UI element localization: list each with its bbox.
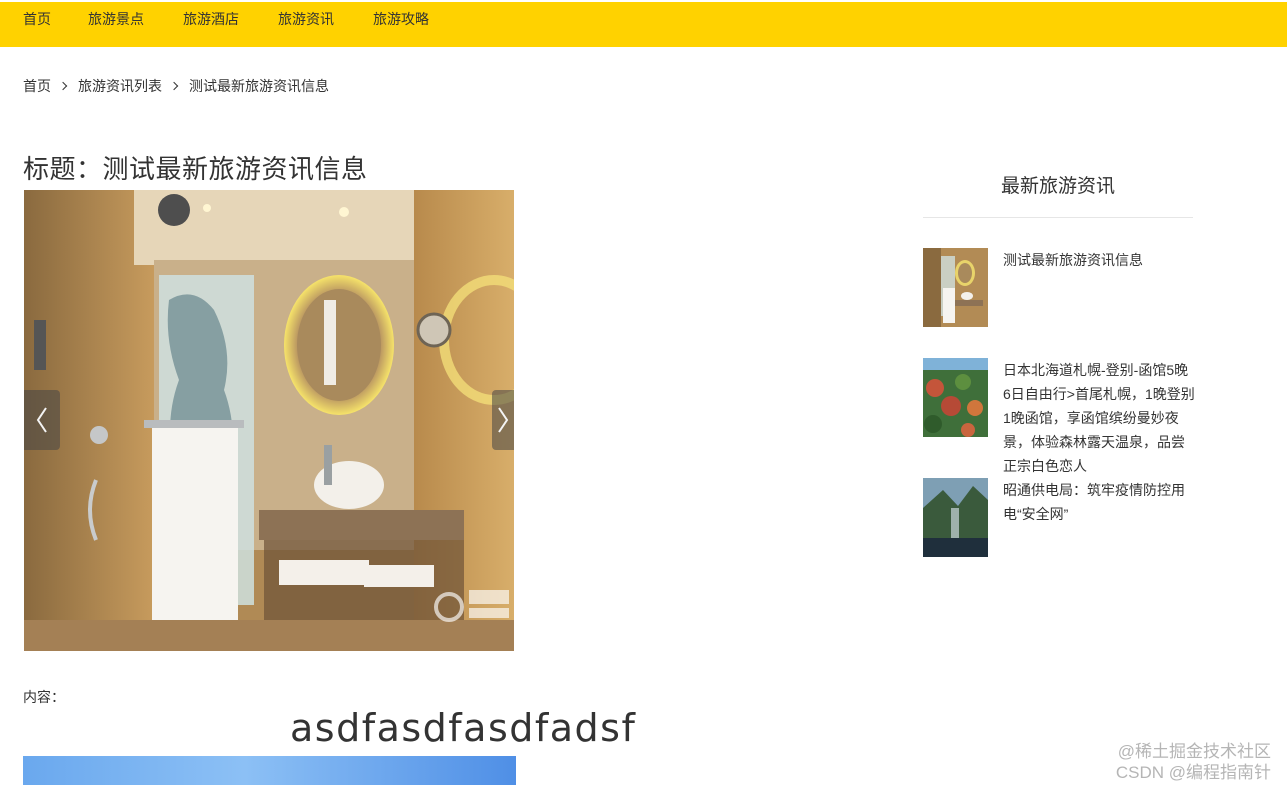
bathroom-photo — [24, 190, 514, 651]
chevron-left-icon — [36, 407, 47, 433]
sidebar-title: 最新旅游资讯 — [1000, 176, 1115, 197]
content-label: 内容： — [23, 689, 65, 705]
watermark-line-1: @稀土掘金技术社区 — [1117, 742, 1271, 761]
news-thumbnail[interactable] — [923, 248, 988, 327]
breadcrumb-home[interactable]: 首页 — [23, 76, 51, 96]
sidebar-news-item[interactable]: 昭通供电局：筑牢疫情防控用电“安全网” — [923, 478, 1193, 558]
nav-item-hotels[interactable]: 旅游酒店 — [183, 9, 239, 29]
breadcrumb-news-list[interactable]: 旅游资讯列表 — [78, 76, 162, 96]
news-thumbnail[interactable] — [923, 358, 988, 437]
carousel-next-button[interactable] — [492, 390, 514, 450]
top-navigation-bar: 首页 旅游景点 旅游酒店 旅游资讯 旅游攻略 — [0, 2, 1287, 47]
watermark-line-2: CSDN @编程指南针 — [1115, 763, 1271, 782]
nav-item-home[interactable]: 首页 — [23, 9, 51, 29]
watermark: @稀土掘金技术社区 CSDN @编程指南针 — [1116, 741, 1271, 783]
chevron-right-icon — [169, 81, 179, 91]
breadcrumb-current: 测试最新旅游资讯信息 — [189, 78, 329, 94]
nav-item-attractions[interactable]: 旅游景点 — [88, 9, 144, 29]
sidebar-news-item[interactable]: 测试最新旅游资讯信息 — [923, 248, 1193, 327]
carousel-prev-button[interactable] — [24, 390, 60, 450]
page-title: 标题：测试最新旅游资讯信息 — [23, 154, 368, 184]
news-title[interactable]: 昭通供电局：筑牢疫情防控用电“安全网” — [1003, 478, 1195, 526]
news-title[interactable]: 测试最新旅游资讯信息 — [1003, 248, 1195, 272]
news-thumbnail[interactable] — [923, 478, 988, 557]
sidebar-news-item[interactable]: 日本北海道札幌-登别-函馆5晚6日自由行>首尾札幌，1晚登别1晚函馆，享函馆缤纷… — [923, 358, 1195, 478]
breadcrumb: 首页 旅游资讯列表 测试最新旅游资讯信息 — [23, 77, 329, 95]
content-image — [23, 756, 516, 785]
news-title[interactable]: 日本北海道札幌-登别-函馆5晚6日自由行>首尾札幌，1晚登别1晚函馆，享函馆缤纷… — [1003, 358, 1195, 478]
content-text: asdfasdfasdfadsf — [290, 706, 637, 750]
nav-item-guides[interactable]: 旅游攻略 — [373, 9, 429, 29]
sidebar-divider — [923, 217, 1193, 218]
chevron-right-icon — [498, 407, 509, 433]
nav-item-news[interactable]: 旅游资讯 — [278, 9, 334, 29]
chevron-right-icon — [58, 81, 68, 91]
image-carousel — [24, 190, 514, 651]
